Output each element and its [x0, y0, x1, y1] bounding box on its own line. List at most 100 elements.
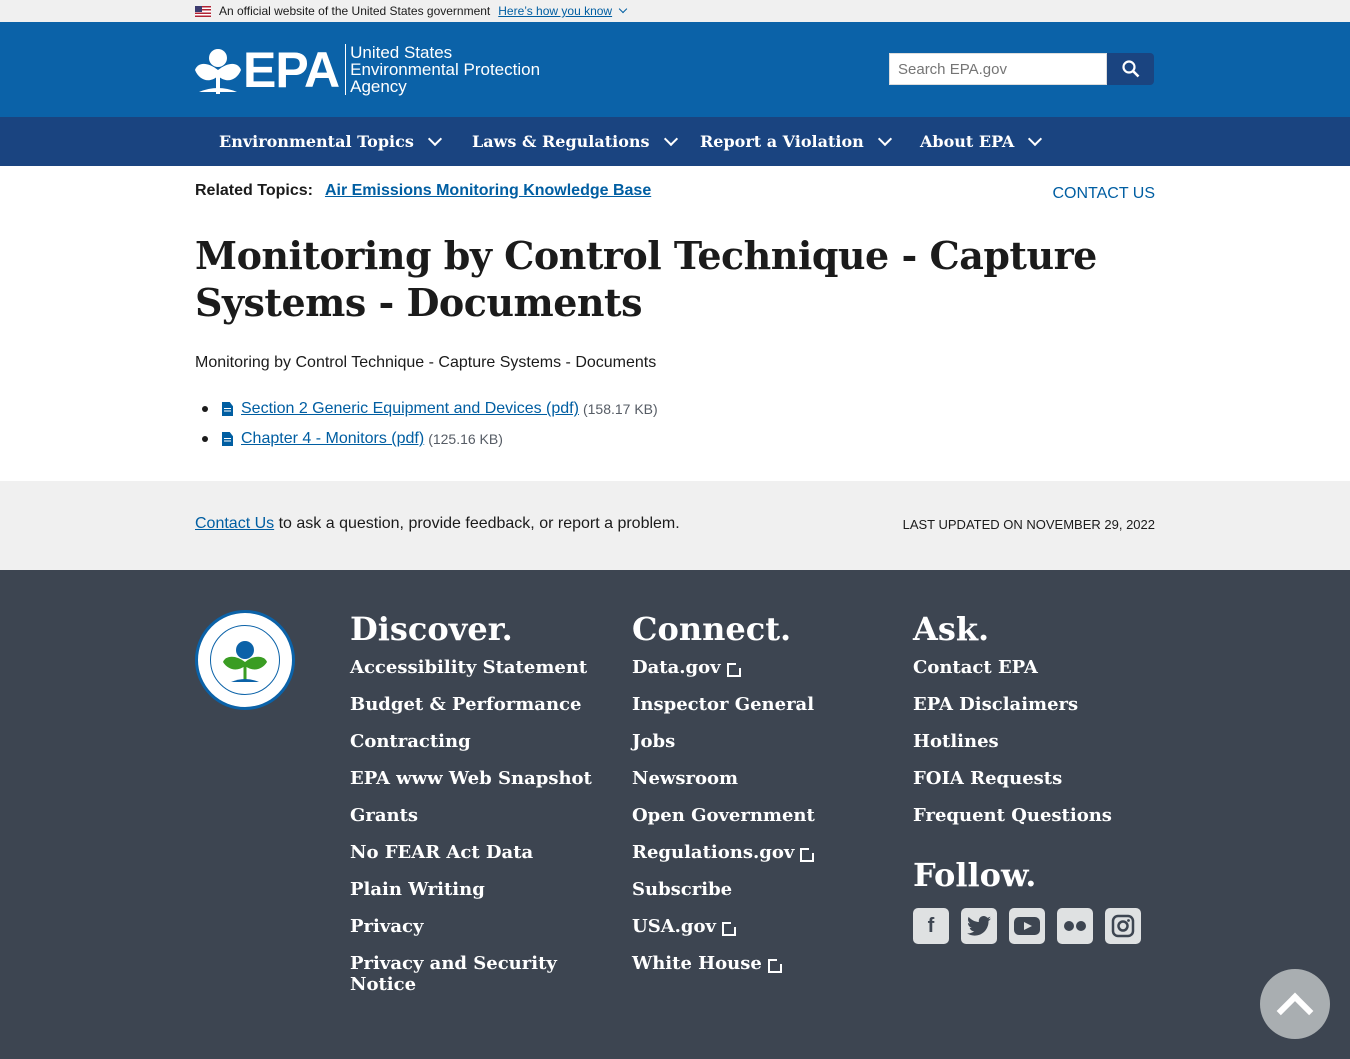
footer-heading-follow: Follow. — [913, 856, 1037, 894]
footer-link[interactable]: FOIA Requests — [913, 768, 1141, 805]
footer-link-label[interactable]: No FEAR Act Data — [350, 842, 533, 863]
footer-link-label[interactable]: USA.gov — [632, 916, 716, 937]
footer-discover-column: Discover. Accessibility Statement Budget… — [350, 610, 592, 1003]
footer-heading-discover: Discover. — [350, 610, 513, 648]
document-link[interactable]: Section 2 Generic Equipment and Devices … — [241, 400, 579, 418]
footer-link-label[interactable]: Privacy — [350, 916, 423, 937]
footer-link[interactable]: Newsroom — [632, 768, 815, 805]
footer-link[interactable]: Budget & Performance — [350, 694, 592, 731]
nav-about-epa[interactable]: About EPA — [920, 117, 1043, 166]
search-input[interactable] — [889, 53, 1107, 85]
footer-link[interactable]: White House — [632, 953, 815, 990]
youtube-icon[interactable] — [1009, 908, 1045, 944]
related-topic-link[interactable]: Air Emissions Monitoring Knowledge Base — [325, 182, 651, 200]
footer-link[interactable]: Privacy and Security Notice — [350, 953, 570, 1003]
footer-link-label[interactable]: Frequent Questions — [913, 805, 1112, 826]
footer-link[interactable]: Contact EPA — [913, 657, 1141, 694]
footer-heading-ask: Ask. — [913, 610, 990, 648]
search-icon — [1121, 60, 1139, 78]
footer-link-label[interactable]: Accessibility Statement — [350, 657, 587, 678]
us-flag-icon — [195, 5, 211, 17]
footer-link[interactable]: Grants — [350, 805, 592, 842]
footer-link[interactable]: No FEAR Act Data — [350, 842, 592, 879]
document-list: Section 2 Generic Equipment and Devices … — [195, 394, 658, 454]
related-topics: Related Topics: Air Emissions Monitoring… — [195, 182, 651, 200]
footer-connect-column: Connect. Data.gov Inspector General Jobs… — [632, 610, 817, 990]
epa-seal-flower-icon — [223, 641, 267, 682]
search-button[interactable] — [1107, 53, 1154, 85]
footer-link[interactable]: Open Government — [632, 805, 815, 842]
footer-link-label[interactable]: Inspector General — [632, 694, 814, 715]
chevron-down-icon — [663, 131, 678, 146]
footer-link[interactable]: Regulations.gov — [632, 842, 817, 879]
twitter-icon[interactable] — [961, 908, 997, 944]
footer-link-label[interactable]: Grants — [350, 805, 418, 826]
list-item: Section 2 Generic Equipment and Devices … — [195, 394, 658, 424]
footer-link-label[interactable]: EPA Disclaimers — [913, 694, 1078, 715]
footer-link[interactable]: Accessibility Statement — [350, 657, 592, 694]
footer-link-label[interactable]: Budget & Performance — [350, 694, 581, 715]
nav-item-label[interactable]: About EPA — [920, 132, 1014, 151]
footer-link[interactable]: Hotlines — [913, 731, 1141, 768]
flickr-icon[interactable] — [1057, 908, 1093, 944]
footer-link-label[interactable]: EPA www Web Snapshot — [350, 768, 592, 789]
footer-link-label[interactable]: FOIA Requests — [913, 768, 1062, 789]
chevron-down-icon — [618, 4, 628, 14]
gov-banner: An official website of the United States… — [0, 0, 1350, 22]
file-icon — [222, 402, 233, 416]
footer-link-label[interactable]: Contracting — [350, 731, 471, 752]
feedback-contact-link[interactable]: Contact Us — [195, 515, 274, 532]
heres-how-you-know-label[interactable]: Here’s how you know — [498, 4, 612, 18]
footer-link[interactable]: Privacy — [350, 916, 592, 953]
footer-link[interactable]: Jobs — [632, 731, 815, 768]
footer-link-label[interactable]: Regulations.gov — [632, 842, 794, 863]
nav-environmental-topics[interactable]: Environmental Topics — [219, 117, 442, 166]
nav-report-violation[interactable]: Report a Violation — [700, 117, 892, 166]
agency-name-line1: United States — [350, 43, 453, 62]
nav-item-label[interactable]: Laws & Regulations — [472, 132, 650, 151]
footer-link[interactable]: Data.gov — [632, 657, 815, 694]
agency-name-line3: Agency — [350, 77, 407, 96]
footer-link[interactable]: Inspector General — [632, 694, 815, 731]
footer-link[interactable]: Subscribe — [632, 879, 815, 916]
chevron-down-icon — [427, 131, 442, 146]
footer-link-label[interactable]: Privacy and Security Notice — [350, 953, 570, 995]
contact-us-link[interactable]: CONTACT US — [1052, 185, 1155, 203]
epa-flower-logo-icon — [195, 48, 241, 94]
facebook-icon[interactable]: f — [913, 908, 949, 944]
chevron-down-icon — [1028, 131, 1043, 146]
back-to-top-button[interactable] — [1260, 969, 1330, 1039]
document-link[interactable]: Chapter 4 - Monitors (pdf) — [241, 430, 424, 448]
feedback-bar: Contact Us to ask a question, provide fe… — [0, 481, 1350, 570]
external-link-icon — [721, 920, 738, 936]
footer-link-label[interactable]: White House — [632, 953, 762, 974]
footer-link[interactable]: EPA www Web Snapshot — [350, 768, 592, 805]
footer-link[interactable]: USA.gov — [632, 916, 815, 953]
footer-heading-connect: Connect. — [632, 610, 792, 648]
footer-link-label[interactable]: Data.gov — [632, 657, 721, 678]
page-title: Monitoring by Control Technique - Captur… — [195, 233, 1097, 325]
footer-link-label[interactable]: Newsroom — [632, 768, 738, 789]
nav-laws-regulations[interactable]: Laws & Regulations — [472, 117, 678, 166]
epa-logo[interactable]: EPA United States Environmental Protecti… — [195, 44, 540, 95]
social-links: f — [913, 908, 1141, 944]
footer-link-label[interactable]: Jobs — [632, 731, 675, 752]
footer-link[interactable]: Plain Writing — [350, 879, 592, 916]
nav-item-label[interactable]: Report a Violation — [700, 132, 864, 151]
footer-link-label[interactable]: Hotlines — [913, 731, 999, 752]
footer-link-label[interactable]: Contact EPA — [913, 657, 1038, 678]
agency-name: United States Environmental Protection A… — [345, 44, 540, 95]
footer-link[interactable]: Frequent Questions — [913, 805, 1141, 842]
footer-link-label[interactable]: Plain Writing — [350, 879, 485, 900]
feedback-message: Contact Us to ask a question, provide fe… — [195, 515, 680, 533]
file-size: (158.17 KB) — [582, 401, 658, 417]
footer-link[interactable]: EPA Disclaimers — [913, 694, 1141, 731]
agency-name-line2: Environmental Protection — [350, 60, 541, 79]
nav-item-label[interactable]: Environmental Topics — [219, 132, 414, 151]
heres-how-you-know-link[interactable]: Here’s how you know — [498, 4, 628, 18]
instagram-icon[interactable] — [1105, 908, 1141, 944]
footer-link-label[interactable]: Open Government — [632, 805, 815, 826]
footer-link[interactable]: Contracting — [350, 731, 592, 768]
footer-ask-column: Ask. Contact EPA EPA Disclaimers Hotline… — [913, 610, 1141, 944]
footer-link-label[interactable]: Subscribe — [632, 879, 732, 900]
